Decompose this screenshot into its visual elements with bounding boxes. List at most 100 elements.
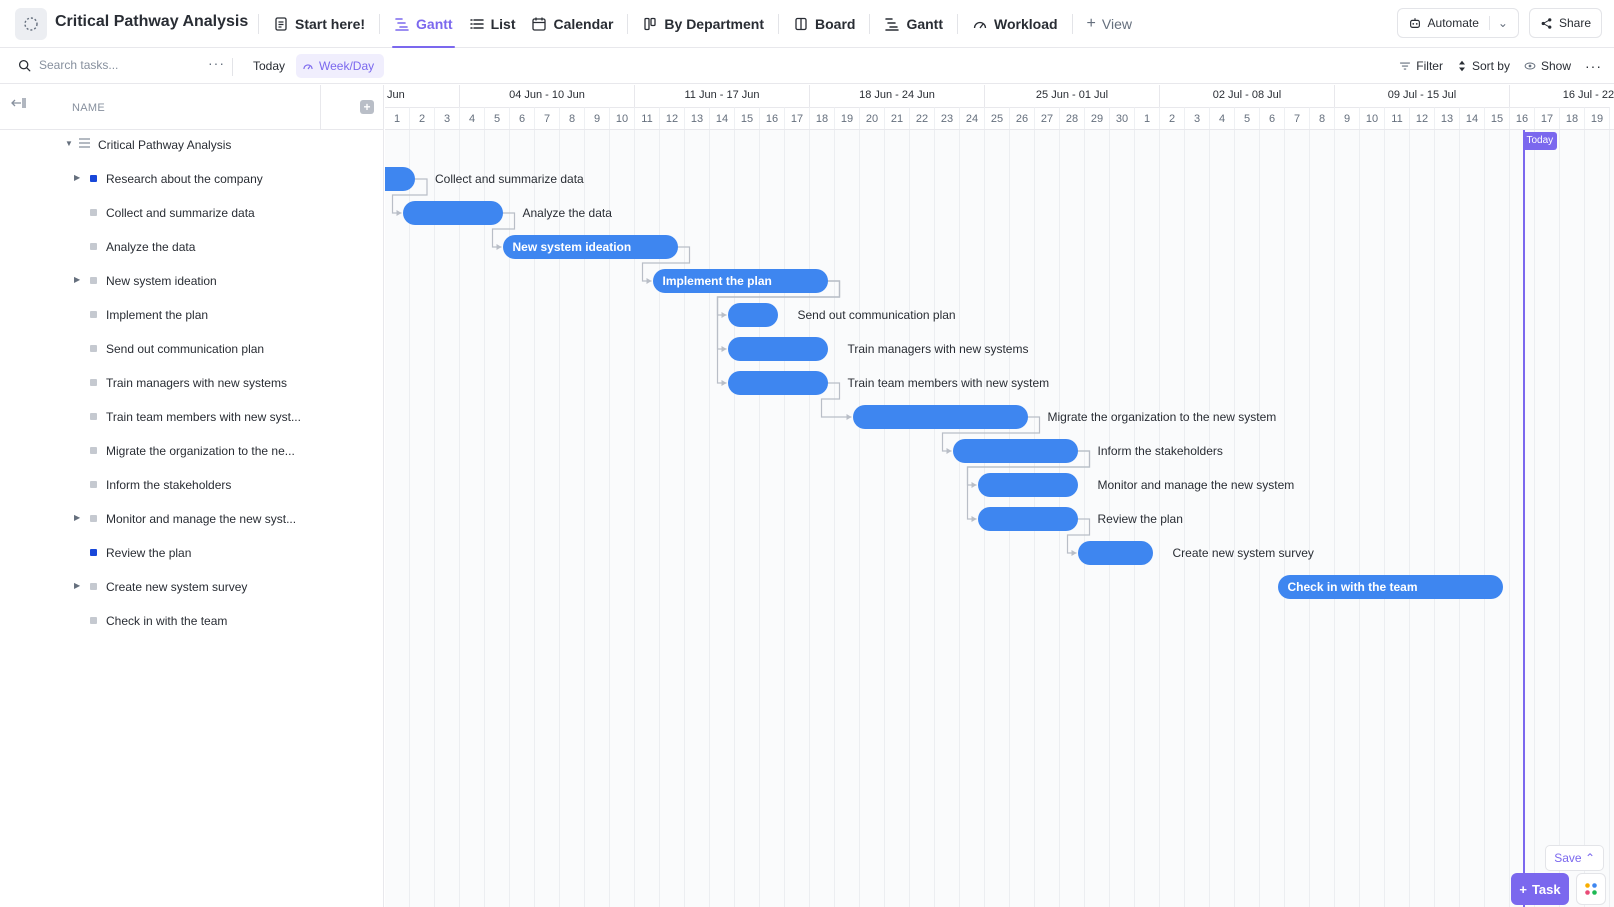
gantt-bar[interactable] [727, 303, 778, 327]
caret-right-icon[interactable]: ▶ [74, 513, 80, 522]
today-button[interactable]: Today [253, 59, 285, 73]
filter-button[interactable]: Filter [1399, 59, 1443, 73]
tab-workload[interactable]: Workload [964, 0, 1066, 48]
task-name[interactable]: Create new system survey [106, 580, 247, 594]
add-column-icon[interactable]: + [360, 100, 374, 114]
task-name[interactable]: Research about the company [106, 172, 263, 186]
tab-gantt-2[interactable]: Gantt [876, 0, 951, 48]
task-name[interactable]: Implement the plan [106, 308, 208, 322]
tab-list[interactable]: List [461, 0, 524, 48]
space-icon[interactable] [15, 8, 47, 40]
view-options: Filter Sort by Show ··· [1399, 58, 1602, 74]
name-column-header[interactable]: NAME [72, 102, 105, 114]
task-name[interactable]: Monitor and manage the new syst... [106, 512, 296, 526]
tab-gantt[interactable]: Gantt [386, 0, 461, 48]
status-square-icon[interactable] [90, 549, 97, 556]
task-name[interactable]: Send out communication plan [106, 342, 264, 356]
status-square-icon[interactable] [90, 413, 97, 420]
status-square-icon[interactable] [90, 515, 97, 522]
collapse-sidebar-icon[interactable] [11, 96, 27, 112]
column-divider[interactable] [320, 85, 321, 130]
tab-by-department[interactable]: By Department [634, 0, 772, 48]
divider [232, 58, 233, 76]
gantt-bar[interactable] [402, 201, 503, 225]
save-view-button[interactable]: Save ⌃ [1545, 845, 1604, 871]
task-name[interactable]: Analyze the data [106, 240, 195, 254]
status-square-icon[interactable] [90, 379, 97, 386]
gantt-bar[interactable] [727, 337, 828, 361]
share-button[interactable]: Share [1528, 8, 1602, 38]
caret-right-icon[interactable]: ▶ [74, 581, 80, 590]
task-row[interactable]: Migrate the organization to the ne... [0, 434, 384, 468]
task-row[interactable]: ▶ Create new system survey [0, 570, 384, 604]
task-row[interactable]: Implement the plan [0, 298, 384, 332]
caret-down-icon[interactable]: ▼ [65, 139, 73, 148]
automate-button[interactable]: Automate ⌄ [1396, 8, 1519, 38]
dependency-arrow-icon [721, 380, 727, 386]
show-button[interactable]: Show [1524, 59, 1571, 73]
gantt-bar[interactable] [977, 507, 1078, 531]
status-square-icon[interactable] [90, 345, 97, 352]
task-name[interactable]: Check in with the team [106, 614, 227, 628]
status-square-icon[interactable] [90, 311, 97, 318]
add-view-button[interactable]: + View [1079, 0, 1140, 48]
caret-right-icon[interactable]: ▶ [74, 173, 80, 182]
task-name[interactable]: Migrate the organization to the ne... [106, 444, 295, 458]
tab-board[interactable]: Board [785, 0, 863, 48]
doc-icon [275, 17, 287, 31]
scale-selector[interactable]: Week/Day [296, 54, 385, 78]
gantt-chart: Jun 04 Jun - 10 Jun 11 Jun - 17 Jun 18 Jun … [385, 85, 1614, 907]
gantt-bar[interactable]: Implement the plan [652, 269, 828, 293]
chevron-down-icon[interactable]: ⌄ [1488, 16, 1508, 30]
list-icon [79, 138, 90, 148]
tab-calendar[interactable]: Calendar [523, 0, 621, 48]
task-row[interactable]: ▶ Monitor and manage the new syst... [0, 502, 384, 536]
task-row[interactable]: Inform the stakeholders [0, 468, 384, 502]
task-name[interactable]: Collect and summarize data [106, 206, 255, 220]
status-square-icon[interactable] [90, 481, 97, 488]
automate-label: Automate [1427, 16, 1479, 30]
gantt-bar[interactable]: New system ideation [502, 235, 678, 259]
add-task-button[interactable]: + Task [1511, 873, 1569, 905]
status-square-icon[interactable] [90, 277, 97, 284]
apps-icon[interactable] [1576, 873, 1606, 905]
task-name[interactable]: Train managers with new systems [106, 376, 287, 390]
gantt-bar[interactable] [727, 371, 828, 395]
status-square-icon[interactable] [90, 209, 97, 216]
gantt-bar[interactable] [385, 167, 415, 191]
task-row[interactable]: Train managers with new systems [0, 366, 384, 400]
gantt-bar[interactable] [977, 473, 1078, 497]
task-name[interactable]: Train team members with new syst... [106, 410, 301, 424]
status-square-icon[interactable] [90, 175, 97, 182]
task-name[interactable]: New system ideation [106, 274, 217, 288]
more-options-icon[interactable]: ··· [208, 55, 225, 71]
list-root-row[interactable]: ▼ Critical Pathway Analysis [0, 128, 384, 162]
tab-label: Start here! [295, 16, 366, 32]
gantt-bar[interactable] [852, 405, 1028, 429]
task-name[interactable]: Inform the stakeholders [106, 478, 231, 492]
gantt-bar[interactable] [952, 439, 1078, 463]
task-row[interactable]: Review the plan [0, 536, 384, 570]
task-name[interactable]: Critical Pathway Analysis [98, 138, 231, 152]
gantt-icon [395, 18, 409, 31]
task-row[interactable]: Analyze the data [0, 230, 384, 264]
status-square-icon[interactable] [90, 617, 97, 624]
task-name[interactable]: Review the plan [106, 546, 191, 560]
status-square-icon[interactable] [90, 243, 97, 250]
sort-button[interactable]: Sort by [1457, 59, 1510, 73]
caret-right-icon[interactable]: ▶ [74, 275, 80, 284]
task-row[interactable]: Check in with the team [0, 604, 384, 638]
status-square-icon[interactable] [90, 583, 97, 590]
task-row[interactable]: ▶ Research about the company [0, 162, 384, 196]
status-square-icon[interactable] [90, 447, 97, 454]
gantt-bar[interactable] [1077, 541, 1153, 565]
tab-start-here[interactable]: Start here! [265, 0, 373, 48]
task-row[interactable]: ▶ New system ideation [0, 264, 384, 298]
more-icon[interactable]: ··· [1585, 58, 1602, 74]
search-input[interactable]: Search tasks... [18, 58, 118, 72]
dependency-line [716, 280, 841, 384]
task-row[interactable]: Send out communication plan [0, 332, 384, 366]
task-row[interactable]: Collect and summarize data [0, 196, 384, 230]
gantt-bar[interactable]: Check in with the team [1277, 575, 1503, 599]
task-row[interactable]: Train team members with new syst... [0, 400, 384, 434]
